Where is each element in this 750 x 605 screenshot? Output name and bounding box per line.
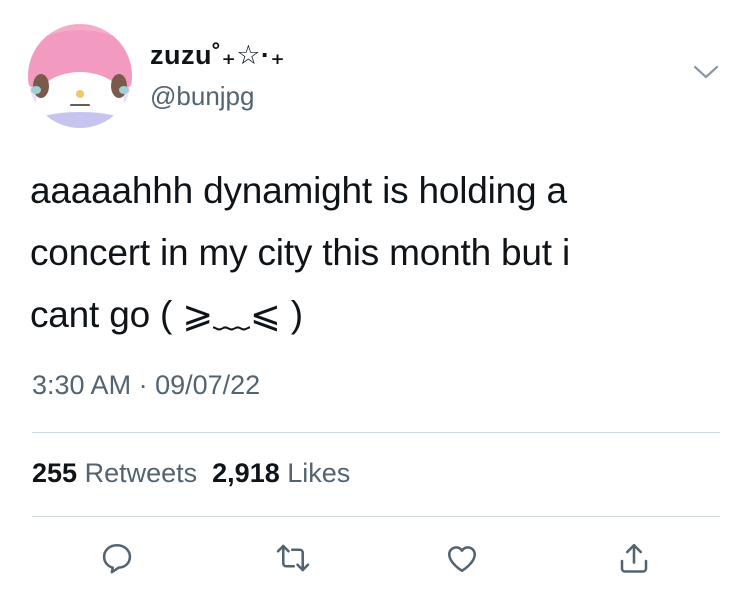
tweet-time: 3:30 AM (32, 370, 132, 400)
meta-separator: · (138, 370, 148, 400)
likes-stat[interactable]: 2,918 Likes (212, 458, 350, 488)
avatar[interactable] (28, 24, 132, 128)
tweet-timestamp[interactable]: 3:30 AM · 09/07/22 (32, 370, 260, 401)
like-button[interactable] (442, 538, 482, 578)
chevron-down-icon[interactable] (692, 62, 720, 82)
retweets-stat[interactable]: 255 Retweets (32, 458, 197, 488)
likes-label: Likes (287, 458, 351, 488)
share-button[interactable] (614, 538, 654, 578)
tweet-stats: 255 Retweets 2,918 Likes (32, 458, 350, 489)
divider (32, 516, 720, 517)
display-name[interactable]: zuzu˚₊☆·₊ (150, 40, 285, 71)
retweets-label: Retweets (84, 458, 198, 488)
tweet-text-line: cant go ( ⩾﹏⩽ ) (30, 294, 303, 335)
reply-button[interactable] (97, 538, 137, 578)
tweet-text-line: concert in my city this month but i (30, 232, 570, 273)
retweet-button[interactable] (273, 538, 313, 578)
tweet-date: 09/07/22 (155, 370, 261, 400)
user-handle[interactable]: @bunjpg (150, 81, 254, 112)
avatar-image (28, 30, 132, 128)
divider (32, 432, 720, 433)
retweets-count: 255 (32, 458, 78, 488)
share-icon (620, 543, 648, 573)
heart-icon (447, 546, 477, 573)
likes-count: 2,918 (212, 458, 280, 488)
tweet-text-line: aaaaahhh dynamight is holding a (30, 170, 567, 211)
tweet-text: aaaaahhh dynamight is holding a concert … (30, 160, 720, 346)
retweet-icon (276, 544, 310, 572)
reply-icon (102, 543, 132, 574)
